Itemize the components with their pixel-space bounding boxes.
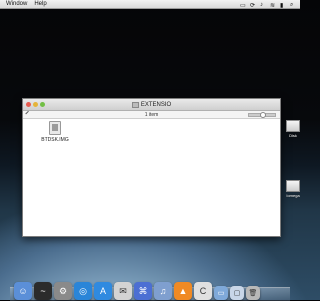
app-store-icon[interactable]: A (94, 282, 112, 300)
battery-icon[interactable]: ▮ (280, 2, 286, 9)
volume-icon[interactable]: ♪ (260, 2, 266, 8)
disk-image-icon[interactable] (49, 121, 61, 135)
folder-icon[interactable]: ▭ (214, 286, 228, 300)
search-icon[interactable]: ⌕ (290, 2, 296, 8)
menu-bar: Window Help ▭ ⟳ ♪ ≋ ▮ ⌕ (0, 0, 300, 9)
trash-icon[interactable]: 🗑 (246, 286, 260, 300)
window-statusbar: 1 item (23, 110, 280, 119)
system-preferences-icon[interactable]: ⚙ (54, 282, 72, 300)
icon-size-slider[interactable] (248, 112, 276, 118)
finder-window: EXTENSIO 1 item BTDSK.IMG (22, 98, 281, 237)
disk-icon (131, 101, 139, 108)
desktop-iomega-label: Iomega (286, 193, 300, 198)
calendar-icon[interactable]: C (194, 282, 212, 300)
file-item[interactable]: BTDSK.IMG (40, 121, 70, 143)
edit-icon (25, 110, 32, 118)
safari-icon[interactable]: ◎ (74, 282, 92, 300)
xcode-icon[interactable]: ⌘ (134, 282, 152, 300)
window-title: EXTENSIO (131, 101, 172, 108)
window-title-text: EXTENSIO (140, 101, 172, 108)
wifi-icon[interactable]: ≋ (270, 2, 276, 9)
slider-knob[interactable] (260, 112, 266, 118)
menu-status: ▭ ⟳ ♪ ≋ ▮ ⌕ (240, 2, 300, 9)
desktop-iomega[interactable]: Iomega (286, 180, 300, 198)
desktop-disk[interactable]: Disk (286, 120, 300, 138)
window-controls (26, 102, 45, 107)
vlc-icon[interactable]: ▲ (174, 282, 192, 300)
menu-items: Window Help (0, 1, 47, 7)
item-count: 1 item (144, 111, 159, 118)
itunes-icon[interactable]: ♫ (154, 282, 172, 300)
activity-monitor-icon[interactable]: ~ (34, 282, 52, 300)
finder-icon[interactable]: ☺ (14, 282, 32, 300)
minimize-button[interactable] (33, 102, 38, 107)
window-titlebar[interactable]: EXTENSIO (23, 99, 280, 111)
file-name: BTDSK.IMG (41, 137, 69, 143)
sync-icon[interactable]: ⟳ (250, 2, 256, 9)
zoom-button[interactable] (40, 102, 45, 107)
menu-help[interactable]: Help (34, 1, 46, 7)
dock-items: ☺ ~ ⚙ ◎ A ✉ ⌘ ♫ ▲ C ▭ ▢ 🗑 (14, 262, 294, 300)
mail-icon[interactable]: ✉ (114, 282, 132, 300)
display-icon[interactable]: ▭ (240, 2, 246, 9)
drive-icon[interactable] (286, 180, 300, 192)
drive-icon[interactable] (286, 120, 300, 132)
close-button[interactable] (26, 102, 31, 107)
preview-icon[interactable]: ▢ (230, 286, 244, 300)
desktop-disk-label: Disk (289, 133, 297, 138)
menu-window[interactable]: Window (6, 1, 27, 7)
